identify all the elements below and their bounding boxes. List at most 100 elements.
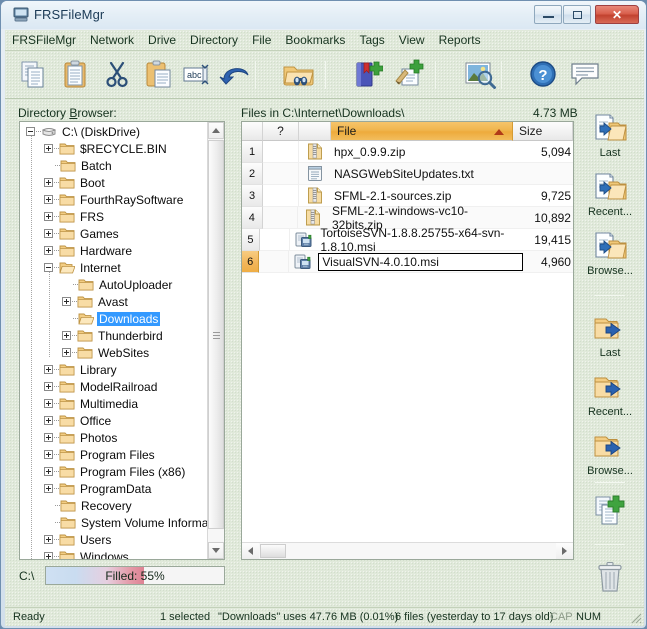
resize-grip-icon[interactable]: [630, 612, 642, 624]
tree-expand-icon[interactable]: [44, 535, 53, 544]
move-to-recent-button[interactable]: Recent...: [581, 374, 639, 424]
add-bookmark-button[interactable]: [348, 55, 388, 95]
tree-item-modelrailroad[interactable]: ModelRailroad: [20, 378, 207, 395]
maximize-button[interactable]: [563, 5, 591, 24]
column-header-file[interactable]: File: [331, 122, 513, 141]
tree-item-library[interactable]: Library: [20, 361, 207, 378]
paste-document-button[interactable]: [139, 55, 179, 95]
tree-expand-icon[interactable]: [62, 348, 71, 357]
file-row[interactable]: 6 VisualSVN-4.0.10.msi 4,960: [242, 251, 573, 273]
tree-expand-icon[interactable]: [44, 433, 53, 442]
tree-expand-icon[interactable]: [44, 178, 53, 187]
tree-item-boot[interactable]: Boot: [20, 174, 207, 191]
tree-expand-icon[interactable]: [44, 416, 53, 425]
tree-expand-icon[interactable]: [62, 297, 71, 306]
scroll-right-button[interactable]: [556, 543, 573, 559]
file-row-name-cell[interactable]: hpx_0.9.9.zip: [331, 141, 513, 163]
paste-clipboard-button[interactable]: [55, 55, 95, 95]
tree-item-batch[interactable]: Batch: [20, 157, 207, 174]
file-row[interactable]: 5 TortoiseSVN-1.8.8.25755-x64-svn-1.8.10.…: [242, 226, 573, 254]
tree-expand-icon[interactable]: [44, 484, 53, 493]
file-row-flag[interactable]: [259, 229, 291, 251]
file-row-flag[interactable]: [263, 185, 299, 207]
tree-item-program-files-x86[interactable]: Program Files (x86): [20, 463, 207, 480]
tree-expand-icon[interactable]: [44, 229, 53, 238]
tree-item-office[interactable]: Office: [20, 412, 207, 429]
tree-item-hardware[interactable]: Hardware: [20, 242, 207, 259]
scroll-up-button[interactable]: [208, 122, 224, 139]
preview-image-button[interactable]: [457, 55, 503, 95]
file-row-name-cell[interactable]: NASGWebSiteUpdates.txt: [331, 163, 513, 185]
tree-item-games[interactable]: Games: [20, 225, 207, 242]
tree-item-recovery[interactable]: Recovery: [20, 497, 207, 514]
file-row-flag[interactable]: [263, 141, 299, 163]
menu-file[interactable]: File: [245, 31, 278, 49]
menu-reports[interactable]: Reports: [432, 31, 488, 49]
tree-item-recycle-bin[interactable]: $RECYCLE.BIN: [20, 140, 207, 157]
directory-tree-scrollbar[interactable]: [207, 122, 224, 559]
file-row-flag[interactable]: [262, 207, 298, 229]
tree-item-multimedia[interactable]: Multimedia: [20, 395, 207, 412]
tree-item-c-diskdrive[interactable]: C:\ (DiskDrive): [20, 123, 207, 140]
comment-button[interactable]: [565, 55, 605, 95]
undo-button[interactable]: [215, 55, 255, 95]
tree-item-system-volume-information[interactable]: System Volume Information: [20, 514, 207, 531]
tree-item-windows[interactable]: Windows: [20, 548, 207, 559]
add-tag-button[interactable]: [390, 55, 430, 95]
menu-directory[interactable]: Directory: [183, 31, 245, 49]
tree-item-users[interactable]: Users: [20, 531, 207, 548]
file-row[interactable]: 2 NASGWebSiteUpdates.txt: [242, 163, 573, 185]
tree-item-photos[interactable]: Photos: [20, 429, 207, 446]
tree-item-frs[interactable]: FRS: [20, 208, 207, 225]
menu-network[interactable]: Network: [83, 31, 141, 49]
column-header-num[interactable]: [242, 122, 263, 141]
directory-tree[interactable]: C:\ (DiskDrive) $RECYCLE.BIN Batch Boot Four…: [19, 121, 225, 560]
tree-expand-icon[interactable]: [44, 212, 53, 221]
column-header-question[interactable]: ?: [263, 122, 299, 141]
tree-item-programdata[interactable]: ProgramData: [20, 480, 207, 497]
tree-item-fourthraysoftware[interactable]: FourthRaySoftware: [20, 191, 207, 208]
help-button[interactable]: ?: [523, 55, 563, 95]
duplicate-files-button[interactable]: [581, 494, 639, 544]
tree-item-program-files[interactable]: Program Files: [20, 446, 207, 463]
tree-expand-icon[interactable]: [44, 552, 53, 559]
tree-expand-icon[interactable]: [44, 365, 53, 374]
copy-to-browse-button[interactable]: Browse...: [581, 231, 639, 281]
file-row-name-cell[interactable]: VisualSVN-4.0.10.msi: [315, 251, 524, 273]
scrollbar-thumb[interactable]: [208, 140, 224, 529]
minimize-button[interactable]: [534, 5, 562, 24]
column-header-icon[interactable]: [299, 122, 331, 141]
copy-button[interactable]: [13, 55, 53, 95]
tree-expand-icon[interactable]: [44, 382, 53, 391]
tree-expand-icon[interactable]: [44, 399, 53, 408]
menu-bookmarks[interactable]: Bookmarks: [278, 31, 352, 49]
tree-expand-icon[interactable]: [44, 246, 53, 255]
move-to-browse-button[interactable]: Browse...: [581, 433, 639, 483]
scroll-down-button[interactable]: [208, 542, 224, 559]
scroll-left-button[interactable]: [242, 543, 259, 559]
file-row[interactable]: 1 hpx_0.9.9.zip 5,094: [242, 141, 573, 163]
cut-button[interactable]: [97, 55, 137, 95]
tree-expand-icon[interactable]: [44, 450, 53, 459]
move-to-last-button[interactable]: Last: [581, 315, 639, 365]
menu-tags[interactable]: Tags: [352, 31, 391, 49]
column-header-size[interactable]: Size: [513, 122, 573, 141]
rename-button[interactable]: abc: [177, 55, 217, 95]
delete-button[interactable]: [581, 561, 639, 611]
file-row-flag[interactable]: [263, 163, 299, 185]
tree-expand-icon[interactable]: [44, 195, 53, 204]
menu-drive[interactable]: Drive: [141, 31, 183, 49]
tree-collapse-icon[interactable]: [26, 127, 35, 136]
tree-expand-icon[interactable]: [44, 144, 53, 153]
file-list[interactable]: ? File Size 1 hpx_0.9.9.zip 5,094 2 NASGWebS…: [241, 121, 574, 560]
file-list-hscrollbar[interactable]: [242, 542, 573, 559]
tree-expand-icon[interactable]: [44, 467, 53, 476]
menu-frsfilemgr[interactable]: FRSFileMgr: [5, 31, 83, 49]
copy-to-recent-button[interactable]: Recent...: [581, 172, 639, 222]
copy-to-last-button[interactable]: Last: [581, 113, 639, 163]
close-button[interactable]: ✕: [595, 5, 639, 24]
tree-expand-icon[interactable]: [62, 331, 71, 340]
menu-view[interactable]: View: [392, 31, 432, 49]
find-in-folder-button[interactable]: [275, 55, 323, 95]
file-row-name-cell[interactable]: TortoiseSVN-1.8.8.25755-x64-svn-1.8.10.m…: [317, 226, 523, 254]
